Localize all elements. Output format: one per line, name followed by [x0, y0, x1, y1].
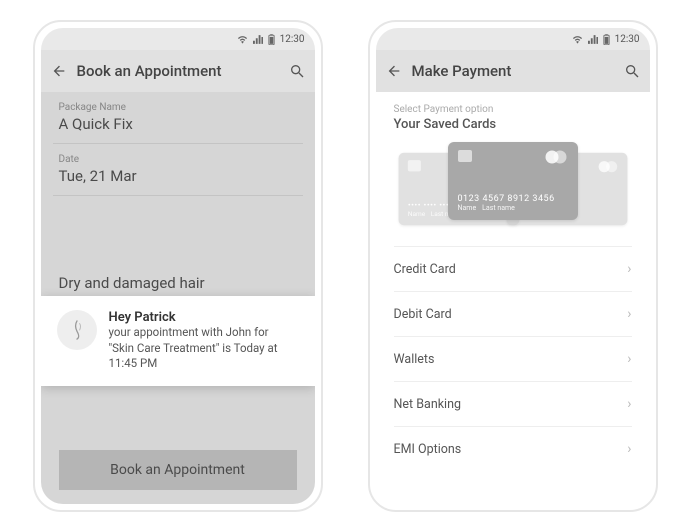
- signal-icon: [588, 35, 598, 44]
- book-appointment-button[interactable]: Book an Appointment: [59, 450, 297, 490]
- notification-card[interactable]: Hey Patrick your appointment with John f…: [41, 296, 315, 386]
- notification-title: Hey Patrick: [109, 310, 289, 325]
- saved-cards-carousel[interactable]: •••• •••• •••• ••••NameLast name •••• ••…: [394, 142, 632, 234]
- payment-content: Select Payment option Your Saved Cards •…: [376, 92, 650, 504]
- form-content: Package Name A Quick Fix Date Tue, 21 Ma…: [41, 92, 315, 504]
- phone-book-appointment: 12:30 Book an Appointment Package Name A…: [33, 20, 323, 512]
- chevron-right-icon: ›: [627, 351, 631, 367]
- status-time: 12:30: [280, 34, 305, 45]
- date-label: Date: [41, 144, 315, 167]
- card-chip-icon: [458, 150, 472, 162]
- notification-avatar-icon: [57, 310, 97, 350]
- package-label: Package Name: [41, 92, 315, 115]
- card-number: 0123 4567 8912 3456: [458, 194, 568, 204]
- signal-icon: [253, 35, 263, 44]
- back-icon[interactable]: [51, 63, 67, 79]
- payment-option-wallets[interactable]: Wallets›: [376, 337, 650, 381]
- card-name-label: Name: [458, 204, 477, 212]
- wifi-icon: [572, 35, 583, 44]
- payment-option-net-banking[interactable]: Net Banking›: [376, 382, 650, 426]
- page-title: Make Payment: [412, 62, 614, 80]
- back-icon[interactable]: [386, 63, 402, 79]
- chevron-right-icon: ›: [627, 261, 631, 277]
- payment-option-debit-card[interactable]: Debit Card›: [376, 292, 650, 336]
- select-payment-label: Select Payment option: [376, 92, 650, 117]
- app-bar: Book an Appointment: [41, 50, 315, 92]
- battery-icon: [603, 34, 610, 45]
- status-bar: 12:30: [376, 28, 650, 50]
- chevron-right-icon: ›: [627, 306, 631, 322]
- page-title: Book an Appointment: [77, 62, 279, 80]
- date-value: Tue, 21 Mar: [41, 167, 315, 195]
- status-bar: 12:30: [41, 28, 315, 50]
- app-bar: Make Payment: [376, 50, 650, 92]
- card-chip-icon: [407, 160, 420, 171]
- card-network-icon: [597, 160, 617, 173]
- status-time: 12:30: [615, 34, 640, 45]
- search-icon[interactable]: [289, 63, 305, 79]
- wifi-icon: [237, 35, 248, 44]
- chevron-right-icon: ›: [627, 441, 631, 457]
- saved-cards-heading: Your Saved Cards: [376, 117, 650, 142]
- payment-option-emi[interactable]: EMI Options›: [376, 427, 650, 471]
- phone-make-payment: 12:30 Make Payment Select Payment option…: [368, 20, 658, 512]
- package-value: A Quick Fix: [41, 115, 315, 143]
- payment-option-credit-card[interactable]: Credit Card›: [376, 247, 650, 291]
- saved-card-front[interactable]: 0123 4567 8912 3456 Name Last name: [448, 142, 578, 220]
- notification-body: your appointment with John for "Skin Car…: [109, 325, 289, 372]
- card-network-icon: [544, 150, 568, 164]
- chevron-right-icon: ›: [627, 396, 631, 412]
- card-last-label: Last name: [482, 204, 515, 212]
- search-icon[interactable]: [624, 63, 640, 79]
- battery-icon: [268, 34, 275, 45]
